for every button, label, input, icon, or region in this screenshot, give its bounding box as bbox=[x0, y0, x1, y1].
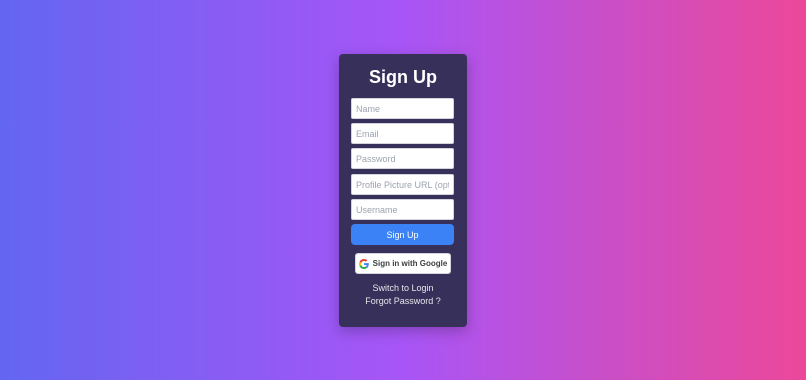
google-signin-label: Sign in with Google bbox=[372, 259, 448, 268]
google-g-icon bbox=[358, 258, 369, 269]
signup-card: Sign Up Sign Up Sign in with Google Swit… bbox=[339, 54, 467, 327]
switch-to-login-link[interactable]: Switch to Login bbox=[339, 283, 467, 294]
signup-title: Sign Up bbox=[369, 67, 437, 87]
forgot-password-link[interactable]: Forgot Password ? bbox=[339, 296, 467, 307]
email-input[interactable] bbox=[351, 123, 454, 144]
password-input[interactable] bbox=[351, 148, 454, 169]
username-input[interactable] bbox=[351, 199, 454, 220]
google-signin-button[interactable]: Sign in with Google bbox=[355, 253, 451, 274]
name-input[interactable] bbox=[351, 98, 454, 119]
profile-picture-url-input[interactable] bbox=[351, 174, 454, 195]
signup-button[interactable]: Sign Up bbox=[351, 224, 454, 245]
